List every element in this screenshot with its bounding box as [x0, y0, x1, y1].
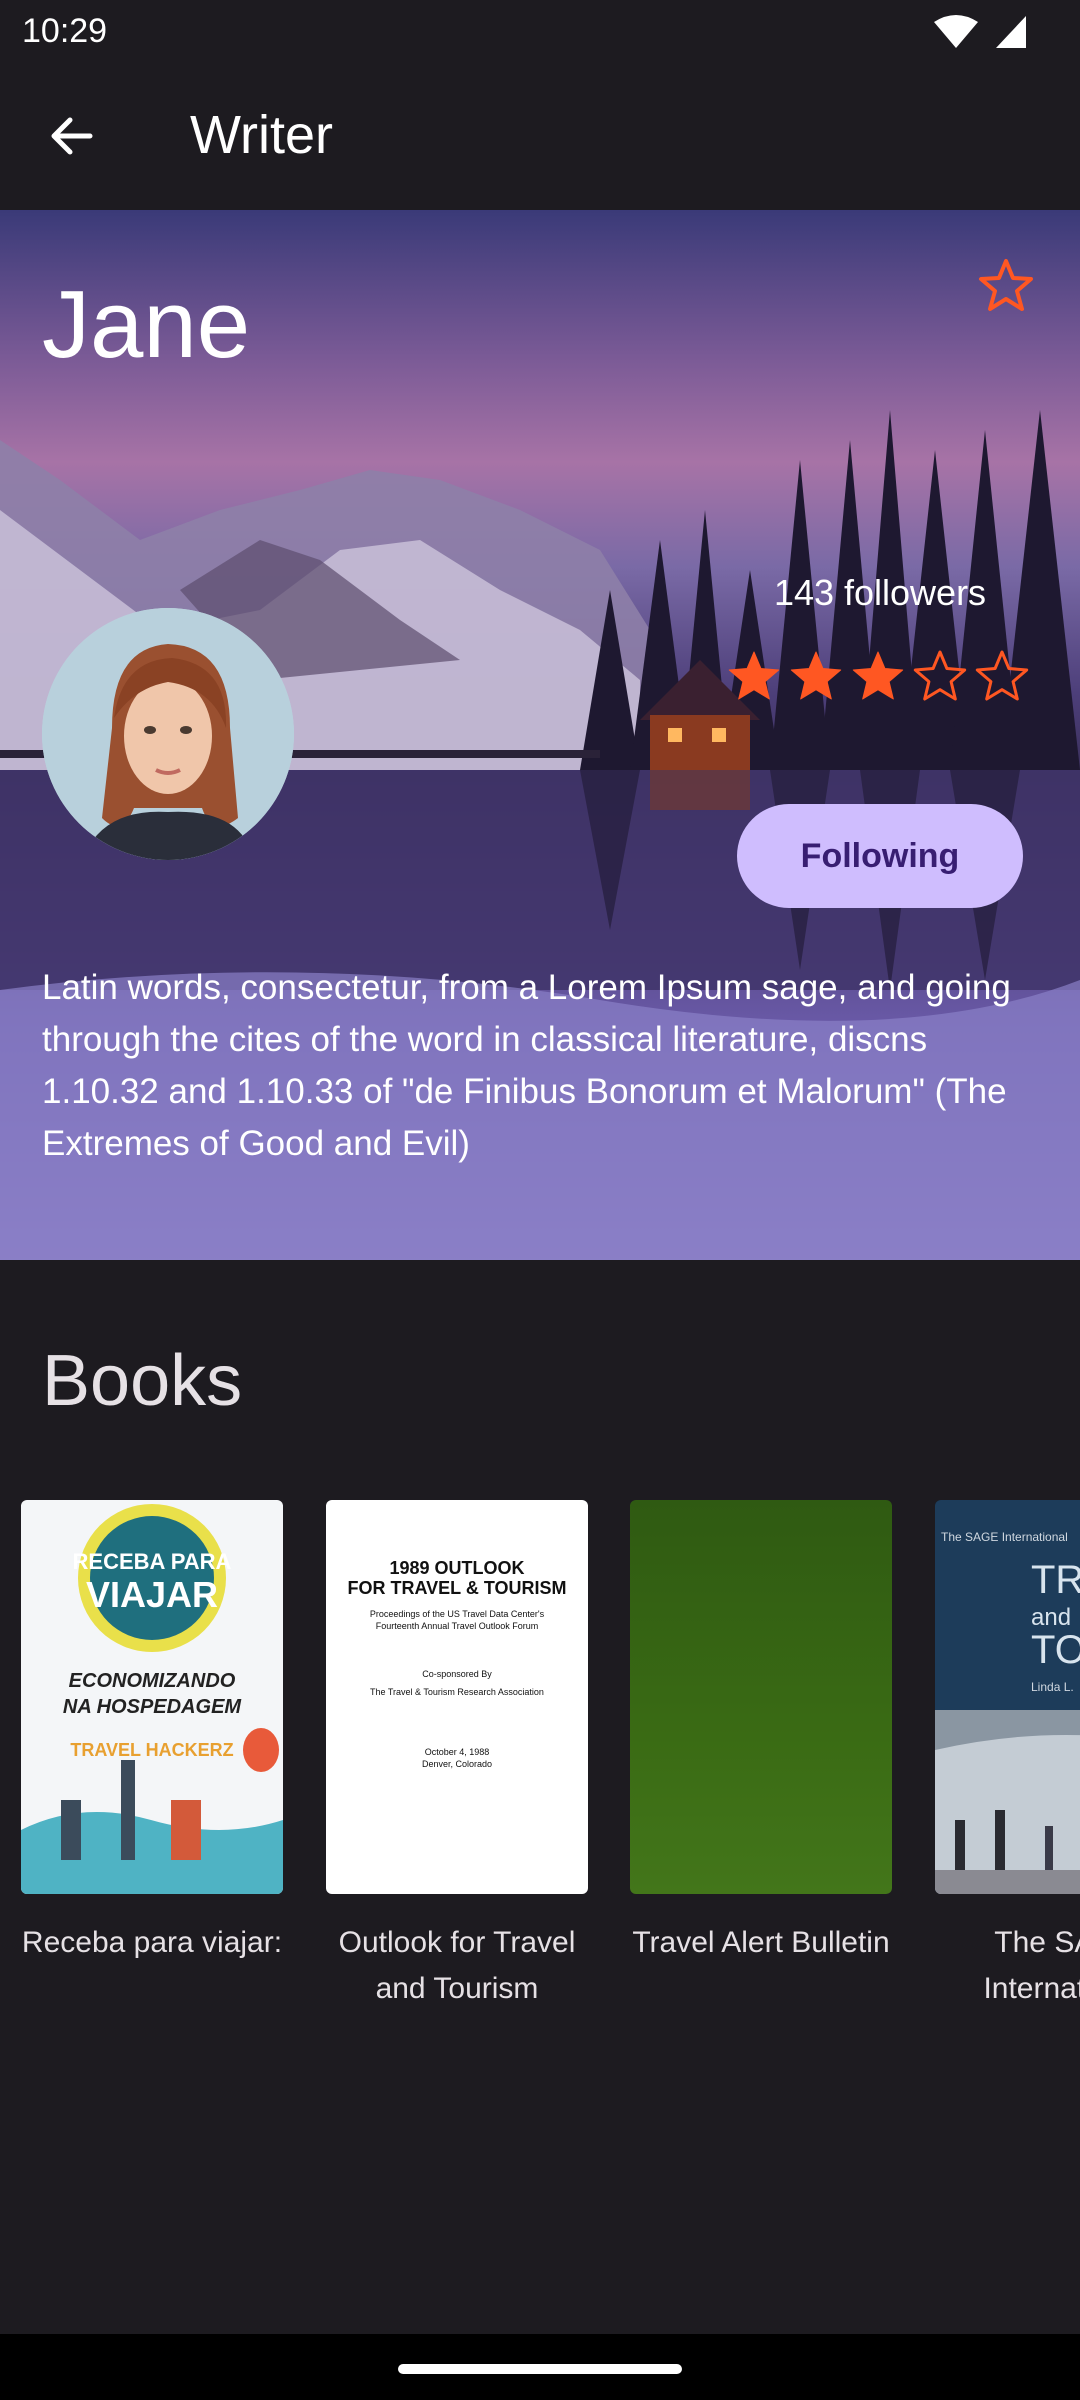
book-card[interactable]: 1989 OUTLOOK FOR TRAVEL & TOURISM Procee… [326, 1500, 588, 2012]
following-button[interactable]: Following [737, 804, 1023, 908]
books-section-title: Books [42, 1341, 243, 1421]
cover-text: Linda L. [1031, 1680, 1074, 1694]
star-filled-icon [728, 651, 780, 700]
cover-text: 1989 OUTLOOK [389, 1558, 525, 1578]
cover-text: VIAJAR [85, 1574, 219, 1615]
cover-text: TOUR [1031, 1628, 1080, 1672]
book-cover[interactable]: The SAGE International TRAV and TOUR Lin… [935, 1500, 1080, 1894]
writer-header: Jane 143 followers Following Latin words… [0, 210, 1080, 1260]
cover-text: FOR TRAVEL & TOURISM [347, 1578, 567, 1598]
cover-text: Proceedings of the US Travel Data Center… [369, 1609, 545, 1619]
wifi-icon [934, 15, 978, 48]
rating-stars [728, 650, 1029, 701]
book-card[interactable]: Travel Alert Bulletin [630, 1500, 892, 1966]
status-time: 10:29 [22, 12, 108, 50]
book-title[interactable]: Travel Alert Bulletin [630, 1920, 892, 1966]
followers-count: 143 followers [773, 572, 987, 613]
writer-bio: Latin words, consectetur, from a Lorem I… [42, 968, 1011, 1163]
signal-icon [996, 16, 1026, 48]
book-title[interactable]: Outlook for Travel and Tourism [326, 1920, 588, 2012]
cover-text: ECONOMIZANDO [68, 1670, 236, 1692]
book-cover[interactable]: 1989 OUTLOOK FOR TRAVEL & TOURISM Procee… [326, 1500, 588, 1894]
cover-text: NA HOSPEDAGEM [62, 1696, 242, 1718]
cover-text: October 4, 1988 [424, 1747, 490, 1757]
cover-text: TRAV [1031, 1558, 1080, 1602]
app-bar: Writer [0, 64, 1080, 210]
book-title[interactable]: Receba para viajar: [21, 1920, 283, 1966]
star-outline-icon [913, 650, 967, 701]
home-gesture-handle[interactable] [398, 2364, 682, 2374]
status-bar: 10:29 [0, 0, 1080, 64]
app-title: Writer [190, 105, 333, 165]
book-cover[interactable]: RECEBA PARA VIAJAR ECONOMIZANDO NA HOSPE… [21, 1500, 283, 1894]
book-card[interactable]: RECEBA PARA VIAJAR ECONOMIZANDO NA HOSPE… [21, 1500, 283, 1966]
cover-text: Denver, Colorado [421, 1759, 493, 1769]
star-outline-icon [975, 650, 1029, 701]
status-icons [934, 15, 1026, 48]
cover-text: The SAGE International [941, 1530, 1068, 1544]
star-filled-icon [852, 651, 904, 700]
cover-text: The Travel & Tourism Research Associatio… [370, 1687, 544, 1697]
book-card[interactable]: The SAGE International TRAV and TOUR Lin… [935, 1500, 1080, 2012]
back-arrow-icon[interactable] [36, 100, 108, 172]
books-carousel[interactable]: RECEBA PARA VIAJAR ECONOMIZANDO NA HOSPE… [0, 1500, 1080, 2020]
cover-text: Co-sponsored By [422, 1669, 492, 1679]
avatar [42, 608, 294, 860]
book-cover[interactable] [630, 1500, 892, 1894]
favorite-star-icon[interactable] [976, 256, 1036, 316]
star-filled-icon [790, 651, 842, 700]
cover-text: Fourteenth Annual Travel Outlook Forum [375, 1621, 539, 1631]
writer-name: Jane [42, 271, 251, 378]
cover-text: TRAVEL HACKERZ [70, 1740, 234, 1760]
book-title[interactable]: The SAGE International [935, 1920, 1080, 2012]
cover-text: RECEBA PARA [72, 1549, 232, 1574]
navigation-bar [0, 2334, 1080, 2400]
